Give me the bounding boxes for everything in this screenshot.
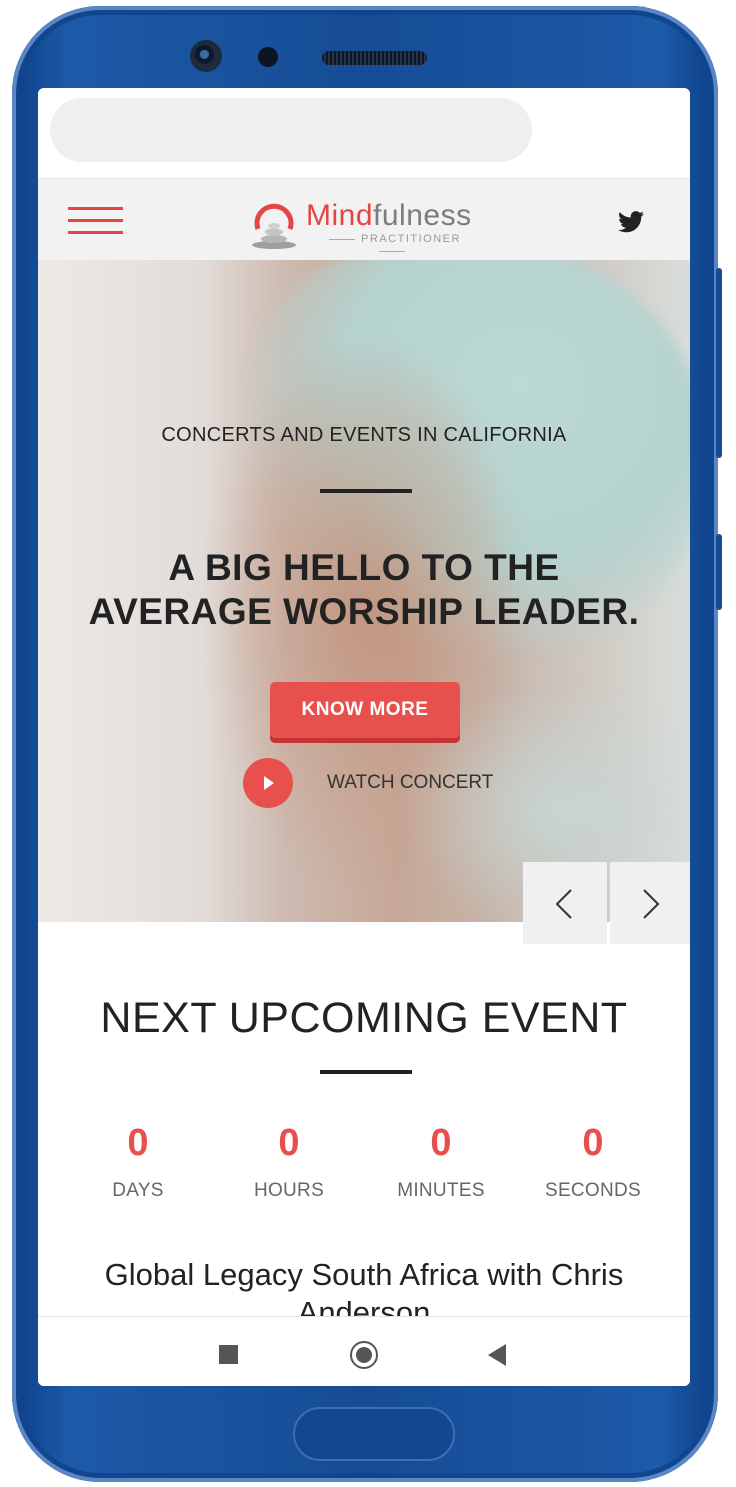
countdown-days: 0 DAYS — [112, 1122, 164, 1201]
logo-wordmark: Mindfulness — [306, 199, 472, 232]
volume-button — [716, 268, 722, 458]
chevron-right-icon — [643, 889, 660, 919]
sensor-icon — [258, 47, 278, 67]
logo-stones-icon — [252, 203, 296, 249]
site-header: Mindfulness PRACTITIONER — [38, 178, 690, 261]
slider-prev-button[interactable] — [523, 862, 607, 944]
logo-subtitle: PRACTITIONER — [306, 233, 478, 257]
countdown-hours: 0 HOURS — [253, 1122, 325, 1201]
hamburger-icon[interactable] — [68, 207, 123, 237]
countdown-seconds: 0 SECONDS — [544, 1122, 642, 1201]
front-camera-icon — [190, 40, 222, 72]
hero-banner: CONCERTS AND EVENTS IN CALIFORNIA A BIG … — [38, 260, 690, 922]
chevron-left-icon — [555, 889, 572, 919]
watch-concert-link[interactable]: WATCH CONCERT — [243, 758, 503, 810]
hero-subtitle: CONCERTS AND EVENTS IN CALIFORNIA — [161, 424, 567, 446]
screen: Mindfulness PRACTITIONER CONCERTS AND EV… — [38, 88, 690, 1386]
countdown-minutes: 0 MINUTES — [397, 1122, 485, 1201]
twitter-icon[interactable] — [618, 211, 644, 233]
upcoming-event-heading: NEXT UPCOMING EVENT — [100, 994, 628, 1042]
address-bar[interactable] — [50, 98, 532, 162]
home-button[interactable] — [293, 1407, 455, 1461]
watch-concert-label: WATCH CONCERT — [327, 772, 494, 793]
hero-divider — [320, 489, 412, 493]
site-logo[interactable]: Mindfulness PRACTITIONER — [248, 199, 483, 251]
earpiece-speaker — [322, 51, 427, 65]
home-icon[interactable] — [350, 1341, 378, 1369]
play-icon[interactable] — [243, 758, 293, 808]
hero-title: A BIG HELLO TO THE AVERAGE WORSHIP LEADE… — [88, 547, 640, 632]
browser-toolbar — [38, 88, 690, 176]
recents-icon[interactable] — [219, 1345, 238, 1364]
upcoming-divider — [320, 1070, 412, 1074]
power-button — [716, 534, 722, 610]
back-icon[interactable] — [488, 1344, 506, 1366]
slider-next-button[interactable] — [610, 862, 690, 944]
know-more-button[interactable]: KNOW MORE — [270, 682, 460, 738]
android-navigation-bar — [38, 1316, 690, 1386]
